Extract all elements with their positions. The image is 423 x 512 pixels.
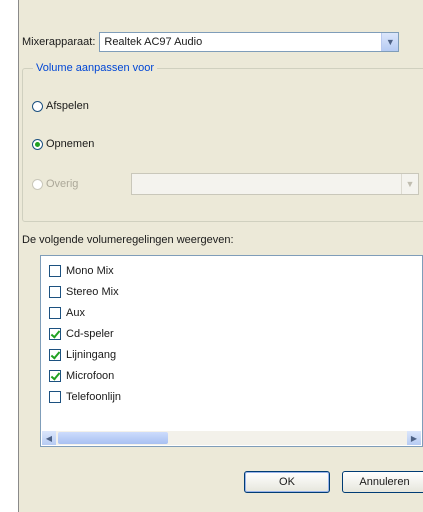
mixer-label: Mixerapparaat: [22,36,96,48]
radio-label: Afspelen [46,100,89,112]
checkbox[interactable] [49,286,61,298]
chevron-down-icon[interactable]: ▼ [381,33,399,51]
cancel-button[interactable]: Annuleren [342,471,423,493]
radio-button[interactable] [32,100,43,112]
list-item-label: Mono Mix [66,265,114,277]
list-item[interactable]: Cd-speler [49,326,114,342]
list-item[interactable]: Mono Mix [49,263,114,279]
radio-overig[interactable]: Overig [32,178,78,190]
checkbox[interactable] [49,391,61,403]
radio-button[interactable] [32,138,43,150]
checkbox[interactable] [49,307,61,319]
checkbox[interactable] [49,370,61,382]
radio-opnemen[interactable]: Opnemen [32,138,94,150]
checkbox[interactable] [49,349,61,361]
arrow-right-icon[interactable]: ▶ [407,431,421,445]
radio-label: Opnemen [46,138,95,150]
list-item-label: Telefoonlijn [66,391,122,403]
arrow-left-icon[interactable]: ◀ [42,431,56,445]
mixer-device-value: Realtek AC97 Audio [104,36,203,48]
checkbox[interactable] [49,265,61,277]
mixer-device-select[interactable]: Realtek AC97 Audio ▼ [99,32,400,52]
list-item-label: Stereo Mix [66,286,119,298]
list-item-label: Aux [66,307,85,319]
list-item[interactable]: Microfoon [49,368,114,384]
radio-label: Overig [46,178,79,190]
radio-afspelen[interactable]: Afspelen [32,100,89,112]
other-device-select[interactable]: ▼ [131,173,419,195]
list-item[interactable]: Lijningang [49,347,116,363]
volume-group-legend: Volume aanpassen voor [36,62,155,74]
list-item[interactable]: Stereo Mix [49,284,119,300]
volume-controls-list[interactable]: Mono Mix Stereo Mix Aux Cd-speler Lijnin… [40,255,423,447]
ok-button[interactable]: OK [244,471,330,493]
list-item-label: Lijningang [66,349,117,361]
list-item-label: Microfoon [66,370,115,382]
chevron-down-icon[interactable]: ▼ [401,174,418,194]
radio-button[interactable] [32,178,43,190]
mixer-row: Mixerapparaat: Realtek AC97 Audio ▼ [22,32,400,52]
horizontal-scrollbar[interactable]: ◀ ▶ [42,431,421,445]
list-item[interactable]: Aux [49,305,85,321]
list-item[interactable]: Telefoonlijn [49,389,121,405]
checkbox[interactable] [49,328,61,340]
scrollbar-thumb[interactable] [58,432,168,444]
list-item-label: Cd-speler [66,328,114,340]
controls-list-label: De volgende volumeregelingen weergeven: [22,234,234,246]
